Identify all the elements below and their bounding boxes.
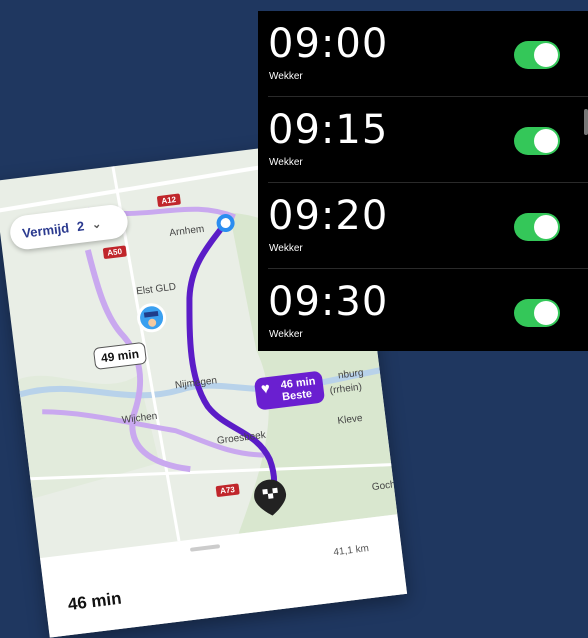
alarm-time: 09:00 [268, 21, 389, 67]
alarm-row[interactable]: 09:15 Wekker [258, 97, 588, 183]
alarm-time: 09:30 [268, 279, 389, 325]
alarm-toggle[interactable] [514, 299, 560, 327]
alarm-toggle[interactable] [514, 127, 560, 155]
alarm-toggle[interactable] [514, 213, 560, 241]
alarm-label: Wekker [269, 243, 303, 254]
chevron-down-icon: ⌄ [91, 217, 102, 231]
alarm-label: Wekker [269, 157, 303, 168]
alarm-label: Wekker [269, 71, 303, 82]
alarm-time: 09:20 [268, 193, 389, 239]
heart-icon: ♥ [260, 379, 272, 398]
alarm-list-screenshot: 09:00 Wekker 09:15 Wekker 09:20 Wekker 0… [258, 11, 588, 351]
alarm-row[interactable]: 09:20 Wekker [258, 183, 588, 269]
alarm-row[interactable]: 09:30 Wekker [258, 269, 588, 355]
start-location-icon [216, 214, 235, 233]
sheet-drag-handle[interactable] [189, 544, 221, 552]
alarm-row[interactable]: 09:00 Wekker [258, 11, 588, 97]
scrollbar[interactable] [584, 109, 588, 135]
avoid-label: Vermijd [21, 219, 70, 241]
alarm-toggle[interactable] [514, 41, 560, 69]
police-report-icon[interactable] [137, 303, 167, 333]
avoid-count: 2 [75, 217, 85, 234]
route-eta: 46 min [66, 588, 123, 615]
alarm-time: 09:15 [268, 107, 389, 153]
alarm-label: Wekker [269, 329, 303, 340]
route-distance: 41,1 km [332, 543, 370, 559]
